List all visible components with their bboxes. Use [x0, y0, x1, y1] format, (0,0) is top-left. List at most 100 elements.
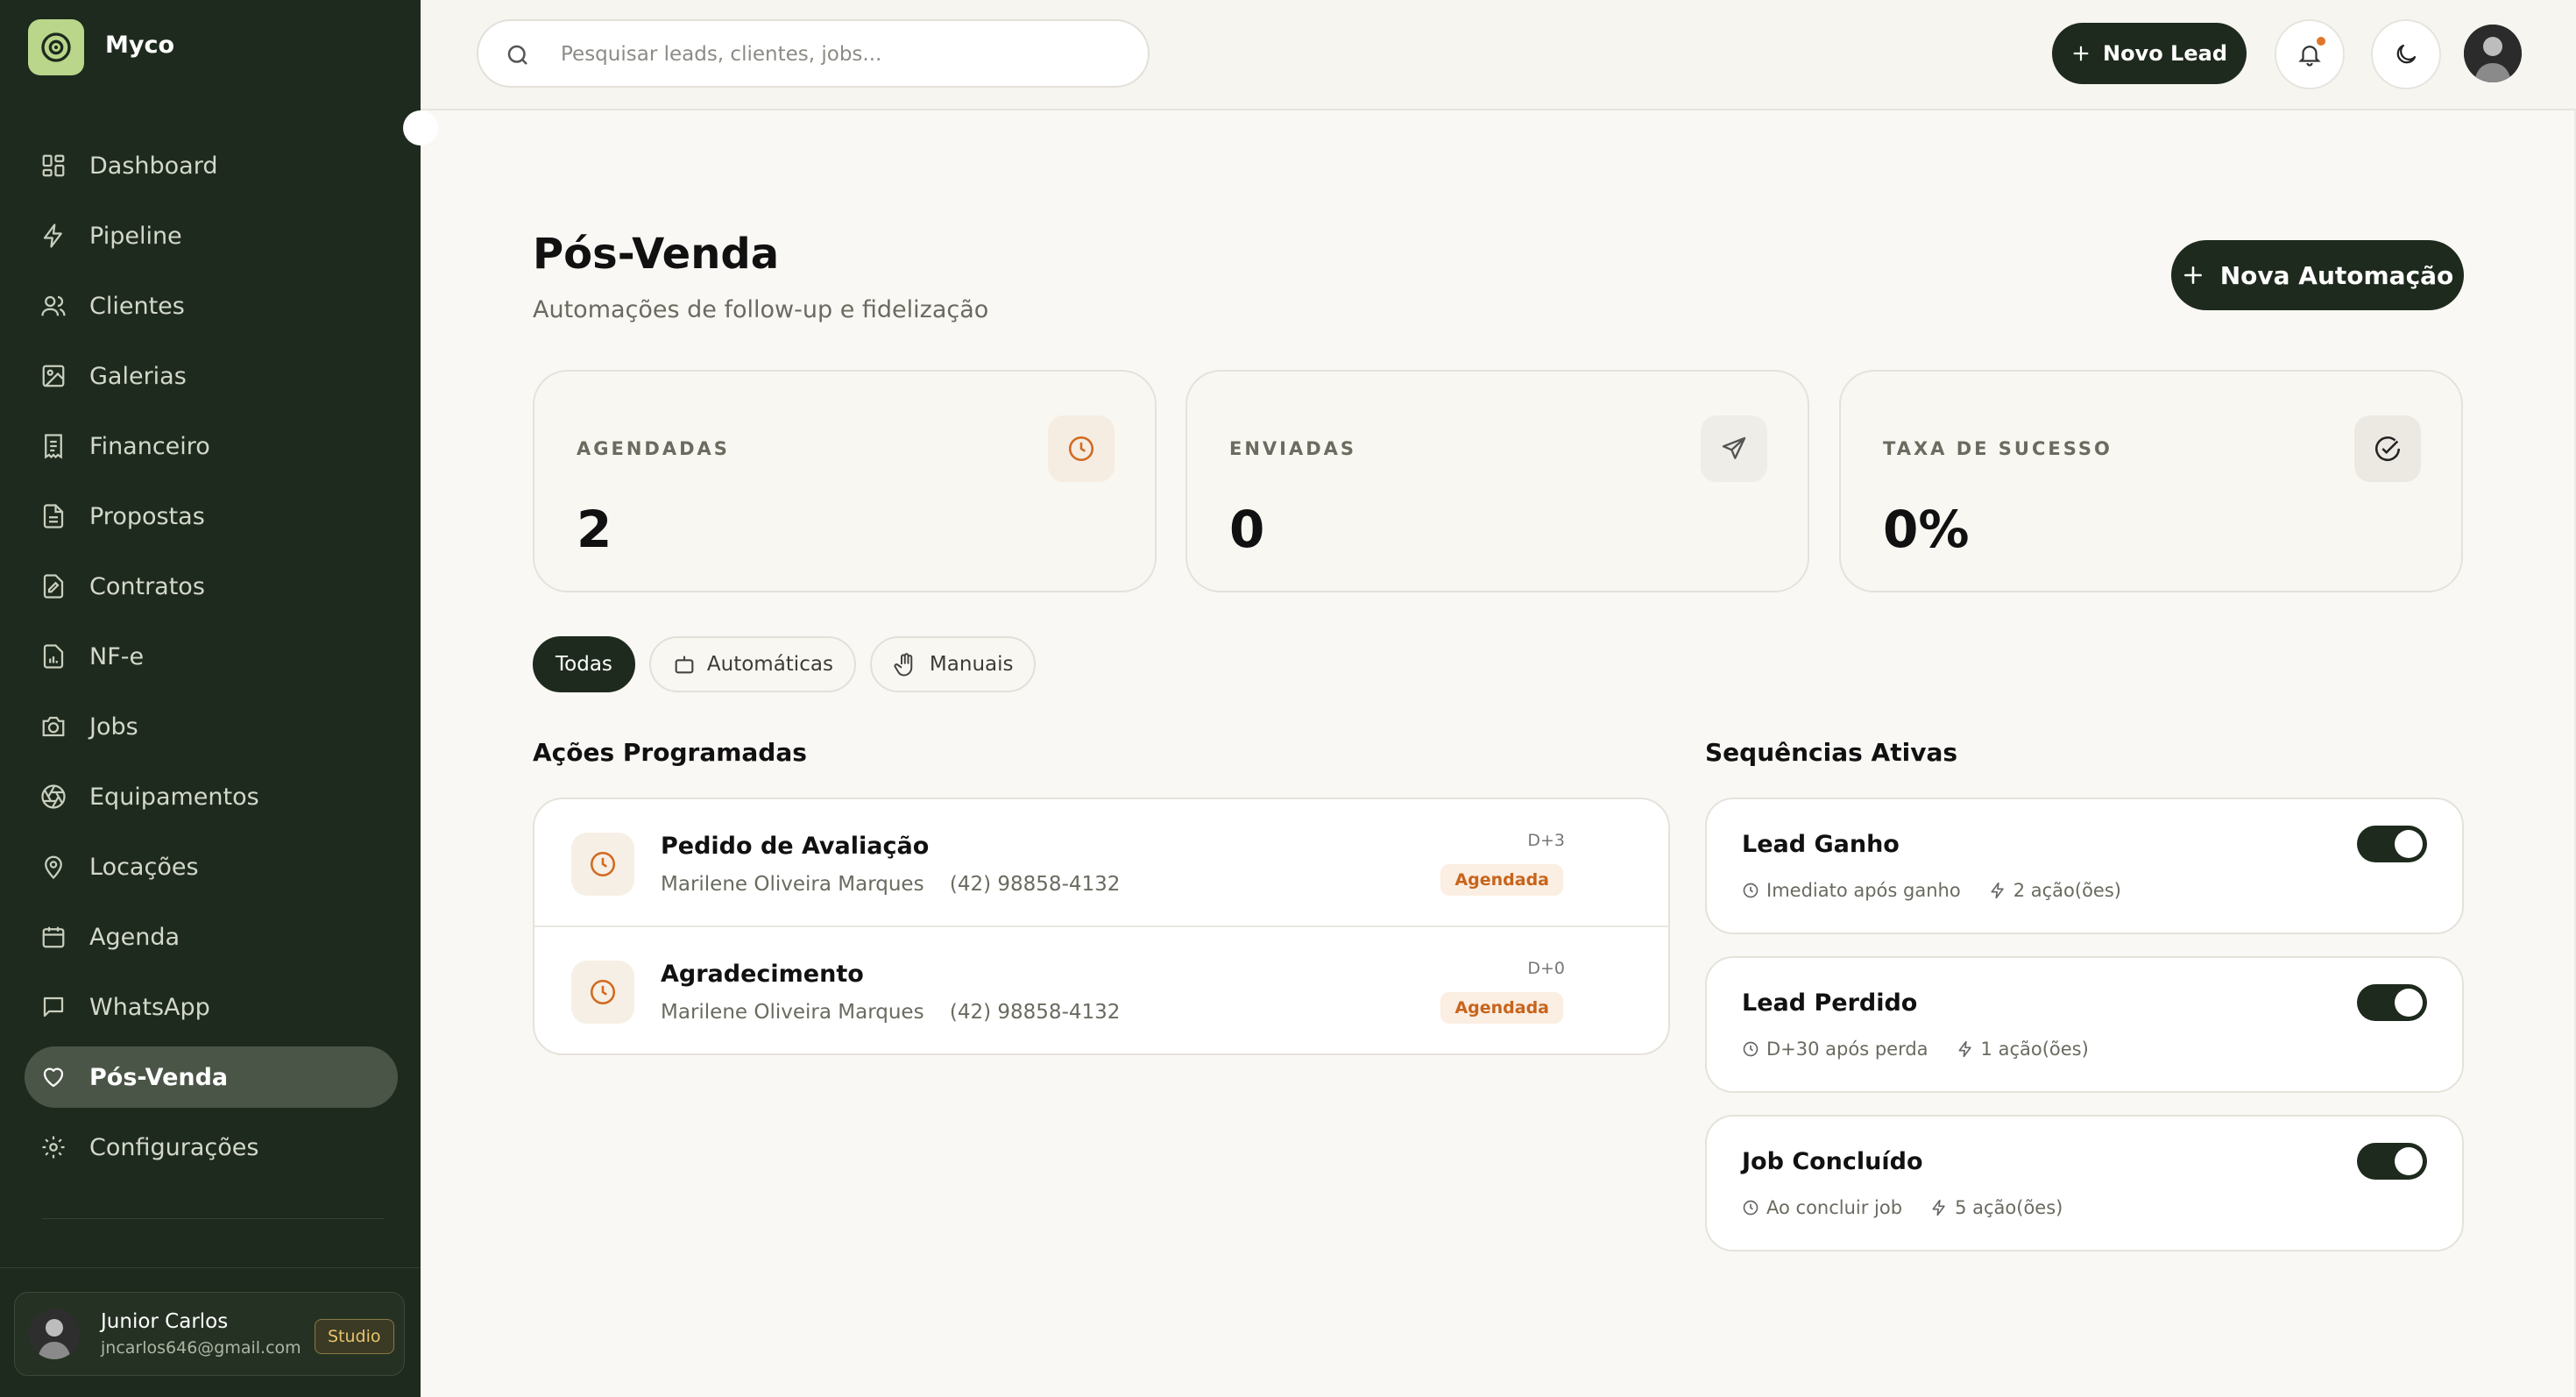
- filter-manuais[interactable]: Manuais: [869, 636, 1037, 692]
- stat-icon-box: [1048, 415, 1115, 482]
- gear-icon: [42, 1136, 65, 1159]
- sequence-toggle[interactable]: [2357, 984, 2427, 1021]
- sequence-title: Lead Perdido: [1742, 989, 1918, 1017]
- app-name: Myco: [105, 32, 175, 59]
- sequence-toggle[interactable]: [2357, 826, 2427, 862]
- stat-card-agendadas: AGENDADAS 2: [533, 370, 1157, 592]
- heart-icon: [43, 1067, 64, 1088]
- sidebar-item-label: Propostas: [89, 502, 205, 530]
- topbar: Novo Lead: [421, 0, 2576, 110]
- sequence-title: Lead Ganho: [1742, 831, 1900, 858]
- action-icon-box: [571, 833, 634, 896]
- sequence-trigger: Ao concluir job: [1766, 1197, 1903, 1218]
- calendar-icon: [42, 926, 65, 948]
- send-icon: [1722, 436, 1746, 459]
- sidebar-item-whatsapp[interactable]: WhatsApp: [25, 976, 398, 1038]
- scheduled-actions-title: Ações Programadas: [533, 738, 807, 767]
- receipt-icon: [45, 434, 62, 459]
- sidebar-item-locacoes[interactable]: Locações: [25, 836, 398, 897]
- clock-icon: [590, 851, 616, 877]
- sidebar-item-galerias[interactable]: Galerias: [25, 345, 398, 407]
- sidebar-item-label: Pós-Venda: [89, 1063, 229, 1091]
- sidebar-item-pipeline[interactable]: Pipeline: [25, 205, 398, 266]
- hand-icon: [894, 653, 913, 677]
- sequence-meta: Imediato após ganho 2 ação(ões): [1742, 880, 2121, 901]
- sidebar-collapse-toggle[interactable]: [403, 110, 438, 145]
- sidebar-item-contratos[interactable]: Contratos: [25, 556, 398, 617]
- filter-label: Automáticas: [706, 653, 833, 676]
- stat-icon-box: [2354, 415, 2421, 482]
- action-offset: D+0: [1527, 959, 1565, 978]
- sidebar-item-label: Agenda: [89, 923, 180, 951]
- sidebar-item-equipamentos[interactable]: Equipamentos: [25, 766, 398, 827]
- stat-icon-box: [1701, 415, 1767, 482]
- sidebar-item-propostas[interactable]: Propostas: [25, 486, 398, 547]
- sidebar-item-label: Galerias: [89, 362, 187, 390]
- invoice-icon: [43, 644, 64, 669]
- sidebar-item-label: Pipeline: [89, 222, 182, 250]
- sidebar-item-agenda[interactable]: Agenda: [25, 906, 398, 968]
- dashboard-icon: [42, 154, 65, 177]
- filter-automaticas[interactable]: Automáticas: [648, 636, 856, 692]
- page-subtitle: Automações de follow-up e fidelização: [533, 296, 989, 323]
- clock-icon: [1743, 1200, 1759, 1216]
- notification-dot: [2317, 37, 2325, 46]
- list-item[interactable]: Agradecimento Marilene Oliveira Marques …: [534, 927, 1668, 1053]
- list-item[interactable]: Pedido de Avaliação Marilene Oliveira Ma…: [534, 799, 1668, 927]
- sequence-actions: 1 ação(ões): [1980, 1039, 2089, 1060]
- sidebar-item-label: Clientes: [89, 292, 185, 320]
- notifications-button[interactable]: [2275, 19, 2345, 89]
- sidebar-item-nfe[interactable]: NF-e: [25, 626, 398, 687]
- new-lead-label: Novo Lead: [2102, 41, 2227, 66]
- theme-toggle-button[interactable]: [2371, 19, 2441, 89]
- new-automation-button[interactable]: Nova Automação: [2171, 240, 2464, 310]
- sidebar-item-configuracoes[interactable]: Configurações: [25, 1117, 398, 1178]
- action-phone: (42) 98858-4132: [949, 873, 1121, 896]
- search-bar[interactable]: [477, 19, 1150, 88]
- new-lead-button[interactable]: Novo Lead: [2052, 23, 2247, 84]
- sequence-toggle[interactable]: [2357, 1143, 2427, 1180]
- clock-icon: [1068, 436, 1094, 462]
- sidebar-divider: [42, 1218, 384, 1219]
- action-meta: Marilene Oliveira Marques (42) 98858-413…: [661, 873, 1139, 896]
- sidebar-item-label: Configurações: [89, 1133, 259, 1161]
- action-icon-box: [571, 961, 634, 1024]
- sidebar-item-pos-venda[interactable]: Pós-Venda: [25, 1046, 398, 1108]
- filter-label: Todas: [556, 653, 612, 676]
- sequence-trigger: Imediato após ganho: [1766, 880, 1961, 901]
- bolt-icon: [1932, 1199, 1945, 1216]
- new-automation-label: Nova Automação: [2219, 260, 2454, 290]
- sidebar-nav: Dashboard Pipeline Clientes Galerias Fin…: [25, 135, 398, 1187]
- filter-todas[interactable]: Todas: [533, 636, 635, 692]
- sequence-actions: 2 ação(ões): [2013, 880, 2121, 901]
- bolt-icon: [1991, 882, 2004, 899]
- document-icon: [43, 504, 64, 528]
- image-icon: [42, 365, 65, 387]
- sidebar-item-financeiro[interactable]: Financeiro: [25, 415, 398, 477]
- stat-card-taxa-sucesso: TAXA DE SUCESSO 0%: [1839, 370, 2463, 592]
- sequence-actions: 5 ação(ões): [1955, 1197, 2063, 1218]
- sequence-card-job-concluido: Job Concluído Ao concluir job 5 ação(ões…: [1705, 1115, 2464, 1252]
- app-logo[interactable]: [28, 19, 84, 75]
- user-profile-card[interactable]: Junior Carlos jncarlos646@gmail.com Stud…: [14, 1292, 405, 1376]
- sequence-card-lead-ganho: Lead Ganho Imediato após ganho 2 ação(õe…: [1705, 798, 2464, 934]
- stat-value: 2: [577, 500, 612, 559]
- user-name: Junior Carlos: [101, 1310, 229, 1333]
- avatar[interactable]: [2464, 25, 2522, 82]
- search-input[interactable]: [561, 39, 1122, 70]
- sequence-card-lead-perdido: Lead Perdido D+30 após perda 1 ação(ões): [1705, 956, 2464, 1093]
- toggle-knob: [2395, 1147, 2423, 1175]
- sidebar-item-dashboard[interactable]: Dashboard: [25, 135, 398, 196]
- user-email: jncarlos646@gmail.com: [101, 1338, 301, 1358]
- stat-label: TAXA DE SUCESSO: [1883, 438, 2112, 459]
- stat-value: 0%: [1883, 500, 1970, 559]
- action-meta: Marilene Oliveira Marques (42) 98858-413…: [661, 1001, 1139, 1024]
- status-badge: Agendada: [1440, 864, 1563, 896]
- sidebar-item-clientes[interactable]: Clientes: [25, 275, 398, 337]
- filter-chips: Todas Automáticas Manuais: [533, 636, 1050, 692]
- bolt-icon: [1958, 1040, 1971, 1058]
- sidebar-item-jobs[interactable]: Jobs: [25, 696, 398, 757]
- toggle-knob: [2395, 989, 2423, 1017]
- page-title: Pós-Venda: [533, 230, 780, 279]
- bot-icon: [675, 656, 694, 674]
